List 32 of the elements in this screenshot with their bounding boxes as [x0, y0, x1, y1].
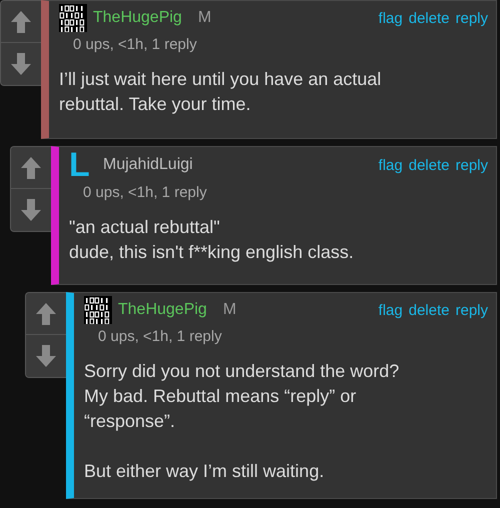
action-link[interactable]: reply	[455, 10, 488, 26]
username-link[interactable]: TheHugePig	[93, 9, 182, 27]
upvote-button[interactable]	[11, 147, 51, 189]
username-link[interactable]: TheHugePig	[118, 301, 207, 319]
action-link[interactable]: reply	[455, 156, 488, 174]
username-link[interactable]: MujahidLuigi	[103, 156, 193, 174]
comment-text: Sorry did you not understand the word? My bad. Rebuttal means “reply” or “response”. But either way I’m still waiting.	[84, 360, 400, 483]
avatar-icon	[59, 4, 87, 32]
down-arrow-icon	[10, 52, 32, 76]
down-arrow-icon	[20, 198, 42, 222]
action-link[interactable]: flag	[378, 156, 403, 174]
action-link[interactable]: delete	[408, 302, 450, 318]
action-link[interactable]: delete	[408, 10, 450, 26]
comment-text: I’ll just wait here until you have an actual rebuttal. Take your time.	[59, 68, 382, 116]
down-arrow-icon	[35, 344, 57, 368]
avatar-icon	[84, 296, 112, 324]
avatar-letter: L	[69, 150, 91, 180]
action-link[interactable]: delete	[408, 156, 450, 174]
comment-meta: 0 ups, <1h, 1 reply	[83, 184, 208, 201]
action-link[interactable]: reply	[455, 302, 488, 318]
user-mark-label: M	[198, 9, 212, 27]
up-arrow-icon	[35, 302, 57, 326]
up-arrow-icon	[10, 10, 32, 34]
user-mark-label: M	[222, 301, 236, 319]
comment-text: "an actual rebuttal" dude, this isn't f**king english class.	[69, 216, 355, 264]
action-link[interactable]: flag	[378, 302, 403, 318]
upvote-button[interactable]	[1, 1, 41, 43]
action-link[interactable]: flag	[378, 10, 403, 26]
upvote-button[interactable]	[26, 293, 66, 335]
comment-meta: 0 ups, <1h, 1 reply	[98, 328, 223, 345]
comment-meta: 0 ups, <1h, 1 reply	[73, 36, 198, 53]
up-arrow-icon	[20, 156, 42, 180]
